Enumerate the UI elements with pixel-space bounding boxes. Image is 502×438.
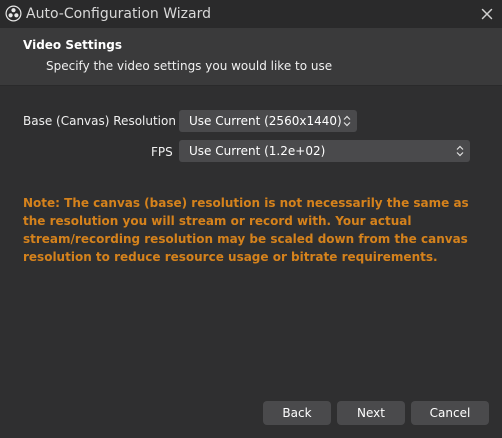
- page-header: Video Settings Specify the video setting…: [0, 28, 502, 86]
- title-bar: Auto-Configuration Wizard: [0, 0, 502, 28]
- window-title: Auto-Configuration Wizard: [26, 6, 211, 22]
- back-button[interactable]: Back: [263, 401, 331, 425]
- resolution-select-value: Use Current (2560x1440): [189, 114, 342, 128]
- fps-select-value: Use Current (1.2e+02): [189, 144, 326, 158]
- resolution-label: Base (Canvas) Resolution: [23, 114, 176, 128]
- fps-label: FPS: [151, 145, 173, 159]
- close-icon: [481, 8, 493, 20]
- page-subtitle: Specify the video settings you would lik…: [46, 59, 333, 73]
- fps-select[interactable]: Use Current (1.2e+02): [179, 140, 470, 162]
- cancel-button[interactable]: Cancel: [411, 401, 489, 425]
- next-button[interactable]: Next: [337, 401, 405, 425]
- wizard-window: Auto-Configuration Wizard Video Settings…: [0, 0, 502, 438]
- wizard-body: Base (Canvas) Resolution Use Current (25…: [0, 86, 502, 438]
- updown-chevron-icon: [452, 142, 468, 160]
- obs-logo-icon: [5, 5, 22, 22]
- canvas-resolution-note: Note: The canvas (base) resolution is no…: [23, 196, 469, 264]
- resolution-select[interactable]: Use Current (2560x1440): [179, 110, 357, 132]
- close-button[interactable]: [478, 5, 496, 23]
- updown-chevron-icon: [339, 112, 355, 130]
- page-title: Video Settings: [23, 38, 122, 52]
